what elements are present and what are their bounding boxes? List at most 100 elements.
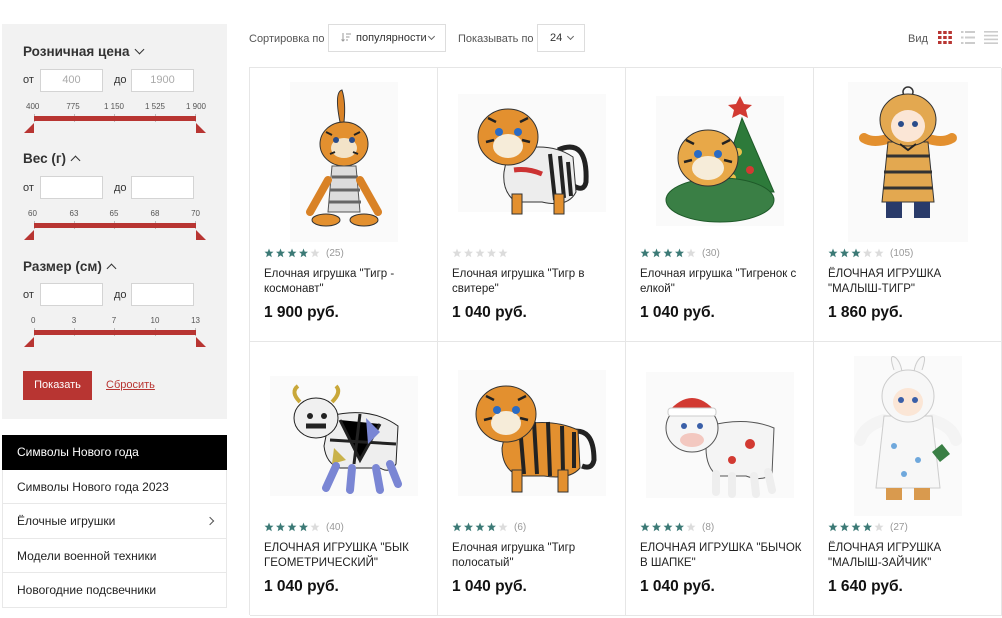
size-max-handle[interactable] xyxy=(196,337,206,347)
geometric-bull-toy xyxy=(270,376,418,496)
product-card[interactable]: (25) Елочная игрушка "Тигр - космонавт" … xyxy=(250,68,438,342)
product-price: 1 040 руб. xyxy=(264,578,339,595)
product-name[interactable]: ЕЛОЧНАЯ ИГРУШКА "БЫЧОК В ШАПКЕ" xyxy=(640,541,802,571)
star-icon xyxy=(310,248,320,258)
weight-range-track[interactable] xyxy=(34,223,196,228)
reset-link[interactable]: Сбросить xyxy=(106,379,155,391)
star-icon xyxy=(498,248,508,258)
product-name[interactable]: Елочная игрушка "Тигр полосатый" xyxy=(452,541,614,571)
sort-select[interactable]: популярности xyxy=(328,24,446,52)
view-label: Вид xyxy=(908,33,928,45)
price-max-handle[interactable] xyxy=(196,123,206,133)
review-count: (25) xyxy=(326,248,344,259)
list-view-icon[interactable] xyxy=(961,31,975,44)
category-label: Ёлочные игрушки xyxy=(17,514,116,529)
product-price: 1 040 руб. xyxy=(640,304,715,321)
category-item[interactable]: Символы Нового года 2023 xyxy=(2,469,227,505)
product-card[interactable]: (30) Елочная игрушка "Тигренок с елкой" … xyxy=(626,68,814,342)
category-label: Символы Нового года xyxy=(17,445,139,459)
weight-filter-toggle[interactable]: Вес (г) xyxy=(23,151,81,166)
size-to-input[interactable] xyxy=(131,283,194,306)
sort-value: популярности xyxy=(356,32,427,44)
star-icon xyxy=(686,522,696,532)
show-button[interactable]: Показать xyxy=(23,371,92,400)
weight-to-input[interactable] xyxy=(131,176,194,199)
size-filter-title: Размер (см) xyxy=(23,259,102,274)
weight-min-handle[interactable] xyxy=(24,230,34,240)
per-page-value: 24 xyxy=(550,32,563,44)
star-icon xyxy=(652,248,661,258)
compact-list-icon[interactable] xyxy=(984,31,998,44)
product-card[interactable]: (40) ЕЛОЧНАЯ ИГРУШКА "БЫК ГЕОМЕТРИЧЕСКИЙ… xyxy=(250,342,438,616)
product-price: 1 040 руб. xyxy=(452,304,527,321)
price-min-handle[interactable] xyxy=(24,123,34,133)
star-icon xyxy=(840,522,849,532)
baby-tiger-toy xyxy=(848,82,968,242)
price-filter-toggle[interactable]: Розничная цена xyxy=(23,44,144,59)
size-from-input[interactable] xyxy=(40,283,103,306)
size-min-handle[interactable] xyxy=(24,337,34,347)
product-card[interactable]: (105) ЁЛОЧНАЯ ИГРУШКА "МАЛЫШ-ТИГР" 1 860… xyxy=(814,68,1002,342)
star-icon xyxy=(276,248,285,258)
rating-stars xyxy=(640,248,696,258)
product-name[interactable]: ЕЛОЧНАЯ ИГРУШКА "БЫК ГЕОМЕТРИЧЕСКИЙ" xyxy=(264,541,426,571)
per-page-select[interactable]: 24 xyxy=(537,24,585,52)
category-item[interactable]: Символы Нового года xyxy=(2,435,227,470)
star-icon xyxy=(452,522,462,532)
star-icon xyxy=(675,522,684,532)
category-item[interactable]: Новогодние подсвечники xyxy=(2,573,227,608)
product-name[interactable]: Елочная игрушка "Тигр в свитере" xyxy=(452,267,614,297)
chevron-up-icon xyxy=(70,155,81,166)
size-from-label: от xyxy=(23,289,34,301)
review-count: (8) xyxy=(702,522,715,533)
product-card[interactable]: Елочная игрушка "Тигр в свитере" 1 040 р… xyxy=(438,68,626,342)
product-price: 1 860 руб. xyxy=(828,304,903,321)
weight-tick-label: 63 xyxy=(69,209,79,218)
product-name[interactable]: ЁЛОЧНАЯ ИГРУШКА "МАЛЫШ-ЗАЙЧИК" xyxy=(828,541,990,571)
category-item[interactable]: Ёлочные игрушки xyxy=(2,504,227,539)
star-icon xyxy=(663,522,673,532)
price-tick-label: 1 900 xyxy=(185,102,206,111)
product-card[interactable]: (8) ЕЛОЧНАЯ ИГРУШКА "БЫЧОК В ШАПКЕ" 1 04… xyxy=(626,342,814,616)
rating-stars xyxy=(828,522,884,532)
category-item[interactable]: Модели военной техники xyxy=(2,538,227,574)
star-icon xyxy=(299,248,308,258)
price-from-label: от xyxy=(23,74,34,86)
product-name[interactable]: ЁЛОЧНАЯ ИГРУШКА "МАЛЫШ-ТИГР" xyxy=(828,267,990,297)
star-icon xyxy=(652,522,661,532)
review-count: (40) xyxy=(326,522,344,533)
category-label: Символы Нового года 2023 xyxy=(17,479,169,494)
tiger-sweater-toy xyxy=(458,94,606,215)
category-label: Модели военной техники xyxy=(17,548,157,563)
product-name[interactable]: Елочная игрушка "Тигр - космонавт" xyxy=(264,267,426,297)
size-range-track[interactable] xyxy=(34,330,196,335)
grid-view-icon[interactable] xyxy=(938,31,952,44)
size-filter-toggle[interactable]: Размер (см) xyxy=(23,259,117,274)
product-price: 1 900 руб. xyxy=(264,304,339,321)
star-icon xyxy=(663,248,673,258)
size-tick-label: 10 xyxy=(150,316,160,325)
product-price: 1 040 руб. xyxy=(452,578,527,595)
weight-max-handle[interactable] xyxy=(196,230,206,240)
review-count: (6) xyxy=(514,522,527,533)
size-tick-label: 13 xyxy=(191,316,200,325)
star-icon xyxy=(452,248,462,258)
price-filter-title: Розничная цена xyxy=(23,44,130,59)
weight-tick-label: 60 xyxy=(28,209,37,218)
product-card[interactable]: (27) ЁЛОЧНАЯ ИГРУШКА "МАЛЫШ-ЗАЙЧИК" 1 64… xyxy=(814,342,1002,616)
rating-stars xyxy=(828,248,884,258)
size-tick-label: 0 xyxy=(31,316,36,325)
chevron-down-icon xyxy=(427,32,436,41)
price-range-track[interactable] xyxy=(34,116,196,121)
star-icon xyxy=(264,522,274,532)
product-name[interactable]: Елочная игрушка "Тигренок с елкой" xyxy=(640,267,802,297)
striped-tiger-toy xyxy=(458,370,606,496)
price-from-input[interactable]: 400 xyxy=(40,69,103,92)
weight-from-input[interactable] xyxy=(40,176,103,199)
price-to-input[interactable]: 1900 xyxy=(131,69,194,92)
price-tick-label: 1 150 xyxy=(103,102,125,111)
star-icon xyxy=(498,522,508,532)
star-icon xyxy=(686,248,696,258)
product-card[interactable]: (6) Елочная игрушка "Тигр полосатый" 1 0… xyxy=(438,342,626,616)
chevron-right-icon xyxy=(205,516,215,526)
